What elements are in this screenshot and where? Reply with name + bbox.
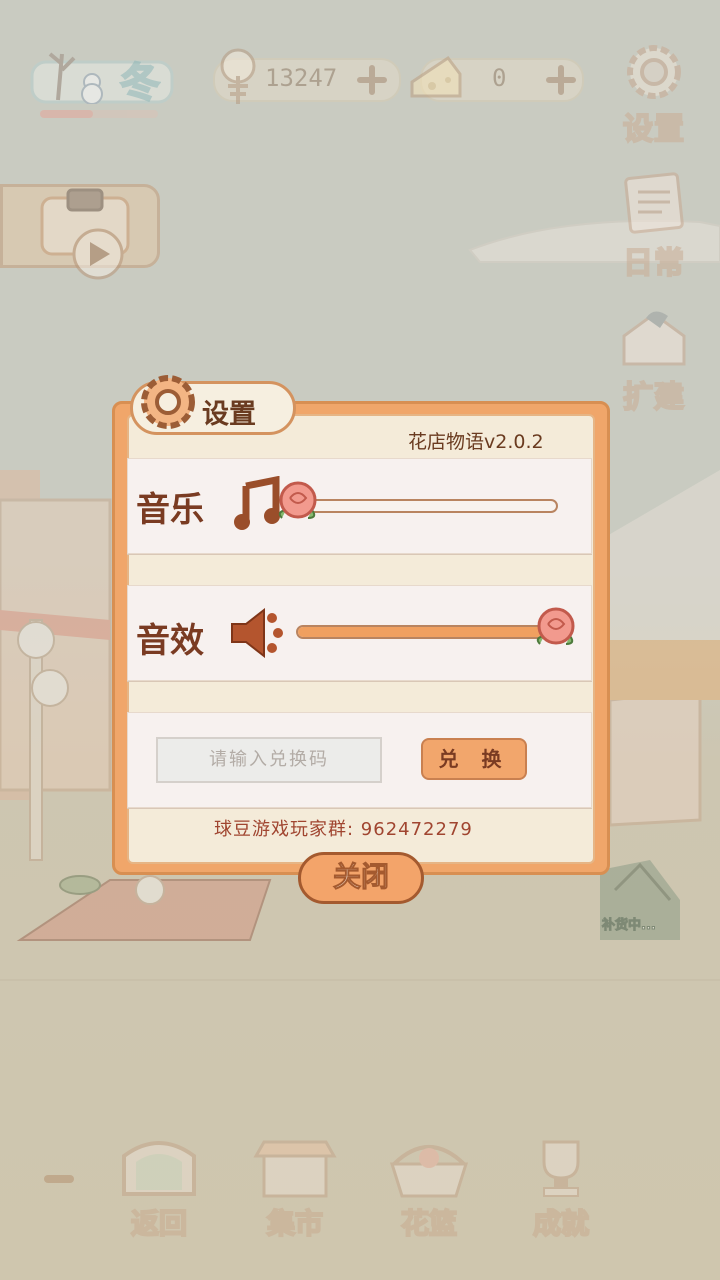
market-label: 集市 — [266, 1206, 324, 1241]
add-fish-icon[interactable] — [357, 65, 387, 95]
settings-title: 设置 — [202, 399, 256, 430]
restocking-label: 补货中... — [602, 918, 657, 934]
music-label: 音乐 — [136, 490, 204, 530]
collapse-handle[interactable] — [44, 1175, 74, 1183]
daily-label: 日常 — [622, 245, 685, 282]
achievements-button[interactable]: 成就 — [516, 1136, 606, 1242]
market-button[interactable]: 集市 — [250, 1138, 340, 1242]
achievements-label: 成就 — [532, 1206, 590, 1241]
season-progress-bar — [40, 110, 158, 118]
close-button[interactable]: 关闭 — [298, 852, 424, 904]
back-button[interactable]: 返回 — [114, 1134, 204, 1242]
redeem-button[interactable]: 兑 换 — [421, 738, 527, 780]
basket-label: 花篮 — [400, 1206, 458, 1241]
daily-button[interactable]: 日常 — [616, 172, 692, 282]
season-label: 冬 — [119, 59, 161, 107]
fish-bone-icon — [220, 48, 256, 104]
back-label: 返回 — [130, 1206, 188, 1241]
gear-icon — [141, 375, 195, 429]
speaker-icon — [231, 608, 283, 658]
fish-count: 13247 — [265, 64, 338, 92]
expand-house-icon — [622, 311, 686, 366]
sfx-slider[interactable] — [296, 625, 558, 639]
cheese-count: 0 — [492, 64, 507, 92]
expand-label: 扩建 — [622, 379, 685, 416]
settings-button[interactable]: 设置 — [616, 38, 692, 148]
market-stall-icon — [253, 1140, 337, 1198]
daily-notes-icon — [624, 172, 684, 234]
sfx-slider-handle-rose-icon[interactable] — [530, 604, 584, 656]
redeem-code-input[interactable]: 请输入兑换码 — [156, 737, 382, 783]
music-slider[interactable] — [296, 499, 558, 513]
flower-basket-icon — [389, 1145, 469, 1198]
video-bag-button[interactable] — [38, 188, 134, 280]
cheese-icon — [410, 55, 462, 98]
gear-icon — [627, 45, 681, 99]
sfx-label: 音效 — [136, 621, 204, 661]
trophy-icon — [542, 1140, 580, 1197]
window-icon — [122, 1141, 196, 1196]
version-text: 花店物语v2.0.2 — [408, 431, 544, 453]
add-cheese-icon[interactable] — [546, 65, 576, 95]
expand-button[interactable]: 扩建 — [616, 306, 692, 416]
settings-label: 设置 — [622, 111, 685, 148]
basket-button[interactable]: 花篮 — [384, 1138, 474, 1242]
music-slider-handle-rose-icon[interactable] — [272, 478, 326, 530]
player-group-text: 球豆游戏玩家群: 962472279 — [214, 819, 473, 840]
